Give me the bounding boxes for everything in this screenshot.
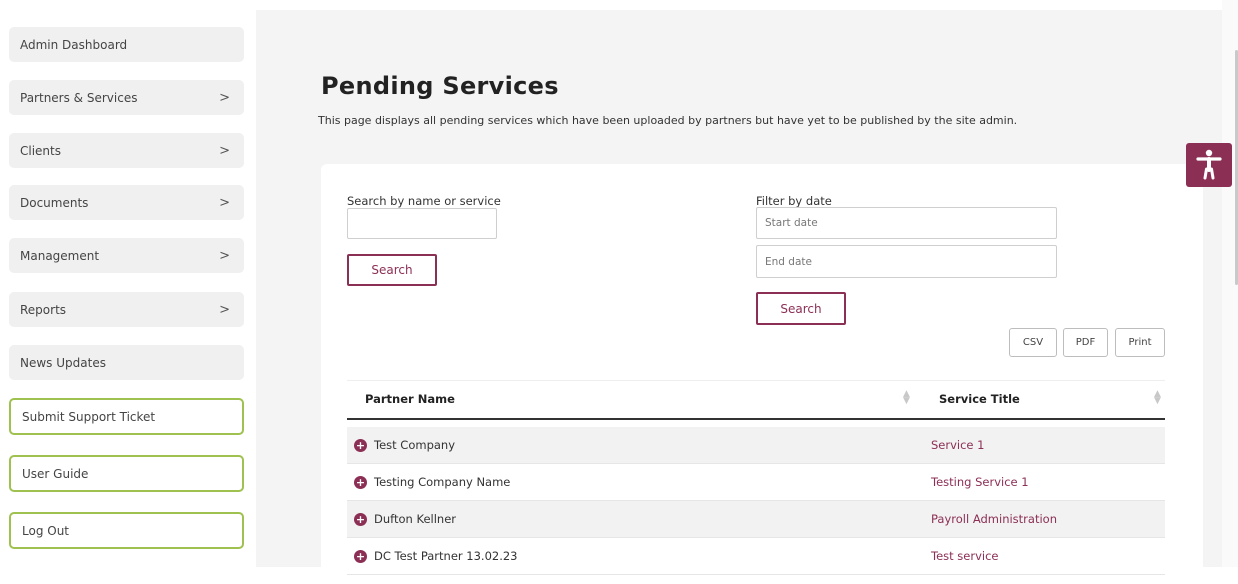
sidebar-item-label: Reports: [20, 302, 67, 317]
plus-circle-icon[interactable]: +: [354, 513, 367, 526]
sidebar-item-label: Documents: [20, 195, 89, 210]
partner-name-cell: Testing Company Name: [374, 475, 511, 489]
service-title-link[interactable]: Testing Service 1: [931, 475, 1029, 489]
sidebar-item-label: Log Out: [22, 523, 70, 538]
page-title: Pending Services: [321, 72, 559, 100]
sidebar-item-label: Clients: [20, 143, 61, 158]
sidebar-item-documents[interactable]: Documents >: [9, 185, 244, 220]
search-input[interactable]: [347, 208, 497, 239]
service-title-link[interactable]: Payroll Administration: [931, 512, 1057, 526]
date-search-button[interactable]: Search: [756, 292, 846, 325]
search-button[interactable]: Search: [347, 254, 437, 286]
table-row[interactable]: + Test Company Service 1: [347, 427, 1165, 464]
partner-name-cell: Test Company: [374, 438, 456, 452]
sidebar-item-log-out[interactable]: Log Out: [9, 512, 244, 549]
filter-date-label: Filter by date: [756, 194, 832, 208]
sidebar-item-label: Management: [20, 248, 100, 263]
column-header-partner-name[interactable]: Partner Name: [365, 392, 455, 406]
service-title-link[interactable]: Service 1: [931, 438, 984, 452]
chevron-right-icon: >: [219, 195, 230, 210]
sidebar-item-clients[interactable]: Clients >: [9, 133, 244, 168]
sidebar-item-label: News Updates: [20, 355, 106, 370]
sidebar-item-admin-dashboard[interactable]: Admin Dashboard: [9, 27, 244, 62]
partner-name-cell: DC Test Partner 13.02.23: [374, 549, 518, 563]
chevron-right-icon: >: [219, 248, 230, 263]
sidebar-item-submit-support-ticket[interactable]: Submit Support Ticket: [9, 398, 244, 435]
page-description: This page displays all pending services …: [318, 114, 1018, 127]
sidebar-item-reports[interactable]: Reports >: [9, 292, 244, 327]
accessibility-button[interactable]: [1186, 143, 1232, 187]
sidebar-item-partners-services[interactable]: Partners & Services >: [9, 80, 244, 115]
print-button[interactable]: Print: [1115, 328, 1165, 357]
start-date-field[interactable]: Start date: [756, 207, 1057, 239]
partner-name-cell: Dufton Kellner: [374, 512, 457, 526]
plus-circle-icon[interactable]: +: [354, 476, 367, 489]
accessibility-person-icon: [1196, 149, 1222, 180]
sidebar-item-label: Admin Dashboard: [20, 37, 128, 52]
table-row[interactable]: + DC Test Partner 13.02.23 Test service: [347, 538, 1165, 575]
sidebar-item-user-guide[interactable]: User Guide: [9, 455, 244, 492]
pdf-export-button[interactable]: PDF: [1063, 328, 1108, 357]
plus-circle-icon[interactable]: +: [354, 550, 367, 563]
chevron-right-icon: >: [219, 90, 230, 105]
sidebar-item-news-updates[interactable]: News Updates: [9, 345, 244, 380]
service-title-link[interactable]: Test service: [931, 549, 999, 563]
sort-arrows-icon[interactable]: ▲ ▼: [1154, 390, 1161, 406]
sidebar-item-label: Partners & Services: [20, 90, 138, 105]
sort-arrows-icon[interactable]: ▲ ▼: [903, 390, 910, 406]
chevron-right-icon: >: [219, 143, 230, 158]
column-header-service-title[interactable]: Service Title: [939, 392, 1020, 406]
sidebar: Admin Dashboard Partners & Services > Cl…: [0, 0, 256, 567]
table-row[interactable]: + Testing Company Name Testing Service 1: [347, 464, 1165, 501]
search-name-label: Search by name or service: [347, 194, 501, 208]
sidebar-item-label: Submit Support Ticket: [22, 409, 156, 424]
plus-circle-icon[interactable]: +: [354, 439, 367, 452]
table-row[interactable]: + Dufton Kellner Payroll Administration: [347, 501, 1165, 538]
sidebar-item-management[interactable]: Management >: [9, 238, 244, 273]
end-date-field[interactable]: End date: [756, 245, 1057, 278]
chevron-right-icon: >: [219, 302, 230, 317]
sidebar-item-label: User Guide: [22, 466, 89, 481]
table-header: Partner Name ▲ ▼ Service Title ▲ ▼: [347, 380, 1165, 420]
pending-services-card: Search by name or service Search Filter …: [321, 164, 1203, 584]
csv-export-button[interactable]: CSV: [1009, 328, 1057, 357]
main-content: Pending Services This page displays all …: [256, 10, 1222, 584]
